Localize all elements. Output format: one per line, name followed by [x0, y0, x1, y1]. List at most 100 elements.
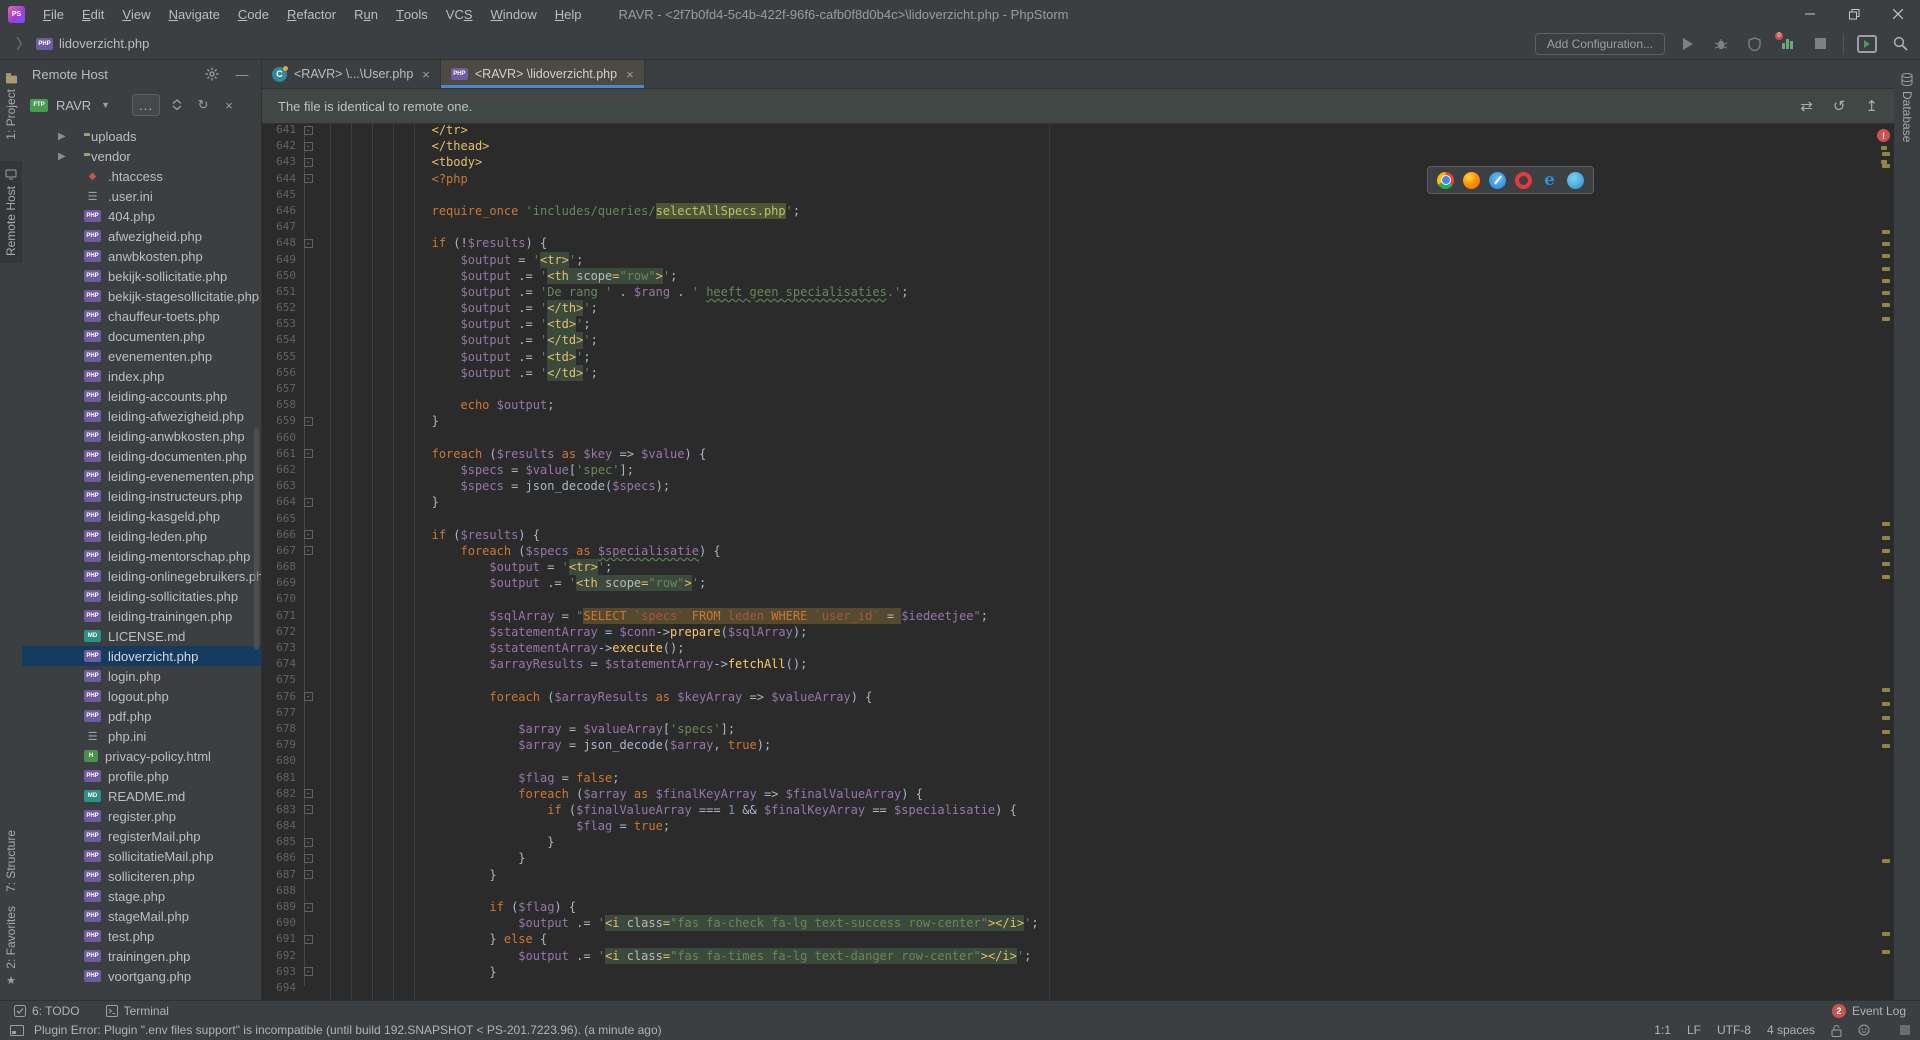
profiler-icon[interactable]: 0 [1777, 34, 1797, 54]
tree-item-leiding-documenten.php[interactable]: PHPleiding-documenten.php [22, 446, 261, 466]
tree-item-leiding-afwezigheid.php[interactable]: PHPleiding-afwezigheid.php [22, 406, 261, 426]
tree-item-leiding-onlinegebruikers.php[interactable]: PHPleiding-onlinegebruikers.php [22, 566, 261, 586]
tree-item-lidoverzicht.php[interactable]: PHPlidoverzicht.php [22, 646, 261, 666]
tree-item-pdf.php[interactable]: PHPpdf.php [22, 706, 261, 726]
tree-item-.htaccess[interactable]: ◆.htaccess [22, 166, 261, 186]
stripe-favorites-button[interactable]: 2: Favorites ★ [0, 899, 22, 994]
code-line-648[interactable]: 648- if (!$results) { [262, 235, 1894, 251]
code-line-674[interactable]: 674 $arrayResults = $statementArray->fet… [262, 656, 1894, 672]
tree-item-chauffeur-toets.php[interactable]: PHPchauffeur-toets.php [22, 306, 261, 326]
menu-help[interactable]: Help [546, 0, 591, 28]
tree-item-logout.php[interactable]: PHPlogout.php [22, 686, 261, 706]
tree-item-trainingen.php[interactable]: PHPtrainingen.php [22, 946, 261, 966]
code-line-646[interactable]: 646 require_once 'includes/queries/selec… [262, 203, 1894, 219]
menu-code[interactable]: Code [229, 0, 278, 28]
stripe-database-button[interactable]: Database [1894, 66, 1920, 149]
edge-icon[interactable]: e [1541, 172, 1558, 189]
code-line-647[interactable]: 647 [262, 219, 1894, 235]
code-line-694[interactable]: 694 [262, 980, 1894, 996]
fold-close-icon[interactable]: - [304, 142, 313, 151]
menu-file[interactable]: File [34, 0, 73, 28]
collapse-all-icon[interactable] [168, 96, 186, 114]
menu-refactor[interactable]: Refactor [278, 0, 345, 28]
stop-icon[interactable] [1810, 34, 1830, 54]
code-line-668[interactable]: 668 $output = '<tr>'; [262, 559, 1894, 575]
tree-item-stageMail.php[interactable]: PHPstageMail.php [22, 906, 261, 926]
caret-position[interactable]: 1:1 [1654, 1023, 1671, 1037]
stripe-project-button[interactable]: 1: Project [0, 64, 22, 147]
tree-item-voortgang.php[interactable]: PHPvoortgang.php [22, 966, 261, 986]
tree-item-solliciteren.php[interactable]: PHPsolliciteren.php [22, 866, 261, 886]
tree-item-leiding-sollicitaties.php[interactable]: PHPleiding-sollicitaties.php [22, 586, 261, 606]
menu-vcs[interactable]: VCS [437, 0, 482, 28]
fold-close-icon[interactable]: - [304, 126, 313, 135]
tab-user-php[interactable]: C <RAVR> \...\User.php × [262, 60, 441, 88]
code-line-641[interactable]: 641- </tr> [262, 124, 1894, 138]
fold-close-icon[interactable]: - [304, 498, 313, 507]
fold-open-icon[interactable]: - [304, 692, 313, 701]
tree-item-leiding-instructeurs.php[interactable]: PHPleiding-instructeurs.php [22, 486, 261, 506]
tree-item-leiding-accounts.php[interactable]: PHPleiding-accounts.php [22, 386, 261, 406]
close-panel-icon[interactable]: × [220, 96, 238, 114]
inspection-profile-icon[interactable] [1858, 1024, 1870, 1036]
lock-icon[interactable] [1831, 1024, 1842, 1037]
code-line-682[interactable]: 682- foreach ($array as $finalKeyArray =… [262, 786, 1894, 802]
add-configuration-button[interactable]: Add Configuration... [1535, 33, 1665, 55]
fold-close-icon[interactable]: - [304, 417, 313, 426]
tree-item-sollicitatieMail.php[interactable]: PHPsollicitatieMail.php [22, 846, 261, 866]
tree-item-404.php[interactable]: PHP404.php [22, 206, 261, 226]
code-line-678[interactable]: 678 $array = $valueArray['specs']; [262, 721, 1894, 737]
tree-item-anwbkosten.php[interactable]: PHPanwbkosten.php [22, 246, 261, 266]
fold-open-icon[interactable]: - [304, 158, 313, 167]
code-line-677[interactable]: 677 [262, 705, 1894, 721]
tree-item-privacy-policy.html[interactable]: Hprivacy-policy.html [22, 746, 261, 766]
chevron-down-icon[interactable]: ▼ [101, 100, 110, 110]
fold-open-icon[interactable]: - [304, 449, 313, 458]
code-line-666[interactable]: 666- if ($results) { [262, 527, 1894, 543]
fold-close-icon[interactable]: - [304, 870, 313, 879]
code-line-670[interactable]: 670 [262, 591, 1894, 607]
code-line-660[interactable]: 660 [262, 430, 1894, 446]
code-line-654[interactable]: 654 $output .= '</td>'; [262, 332, 1894, 348]
code-line-672[interactable]: 672 $statementArray = $conn->prepare($sq… [262, 624, 1894, 640]
code-line-689[interactable]: 689- if ($flag) { [262, 899, 1894, 915]
stripe-remote-host-button[interactable]: Remote Host [0, 161, 22, 263]
more-button[interactable]: ... [132, 94, 160, 116]
fold-open-icon[interactable]: - [304, 789, 313, 798]
tree-item-profile.php[interactable]: PHPprofile.php [22, 766, 261, 786]
code-line-690[interactable]: 690 $output .= '<i class="fas fa-check f… [262, 915, 1894, 931]
code-line-650[interactable]: 650 $output .= '<th scope="row">'; [262, 268, 1894, 284]
tree-item-leiding-trainingen.php[interactable]: PHPleiding-trainingen.php [22, 606, 261, 626]
tree-item-leiding-evenementen.php[interactable]: PHPleiding-evenementen.php [22, 466, 261, 486]
menu-run[interactable]: Run [345, 0, 387, 28]
tree-item-leiding-mentorschap.php[interactable]: PHPleiding-mentorschap.php [22, 546, 261, 566]
code-line-671[interactable]: 671 $sqlArray = "SELECT `specs` FROM led… [262, 608, 1894, 624]
code-line-655[interactable]: 655 $output .= '<td>'; [262, 349, 1894, 365]
code-line-642[interactable]: 642- </thead> [262, 138, 1894, 154]
tree-item-afwezigheid.php[interactable]: PHPafwezigheid.php [22, 226, 261, 246]
maximize-button[interactable] [1832, 0, 1876, 28]
tree-item-registerMail.php[interactable]: PHPregisterMail.php [22, 826, 261, 846]
code-line-658[interactable]: 658 echo $output; [262, 397, 1894, 413]
fold-open-icon[interactable]: - [304, 239, 313, 248]
code-line-680[interactable]: 680 [262, 753, 1894, 769]
ie-icon[interactable] [1567, 172, 1584, 189]
stripe-structure-button[interactable]: 7: Structure [0, 823, 22, 899]
sync-icon[interactable]: ⇄ [1800, 97, 1813, 115]
code-line-676[interactable]: 676- foreach ($arrayResults as $keyArray… [262, 689, 1894, 705]
tree-scrollbar[interactable] [254, 428, 259, 650]
menu-window[interactable]: Window [482, 0, 546, 28]
code-line-656[interactable]: 656 $output .= '</td>'; [262, 365, 1894, 381]
tree-item-bekijk-stagesollicitatie.php[interactable]: PHPbekijk-stagesollicitatie.php [22, 286, 261, 306]
code-line-688[interactable]: 688 [262, 883, 1894, 899]
code-line-652[interactable]: 652 $output .= '</th>'; [262, 300, 1894, 316]
event-log-button[interactable]: 2 Event Log [1832, 1004, 1906, 1018]
line-ending[interactable]: LF [1687, 1023, 1701, 1037]
status-message[interactable]: Plugin Error: Plugin ".env files support… [34, 1023, 662, 1037]
tree-item-index.php[interactable]: PHPindex.php [22, 366, 261, 386]
code-line-657[interactable]: 657 [262, 381, 1894, 397]
code-line-681[interactable]: 681 $flag = false; [262, 770, 1894, 786]
tool-window-switcher-icon[interactable] [10, 1025, 24, 1036]
rollback-icon[interactable]: ↺ [1833, 97, 1846, 115]
menu-edit[interactable]: Edit [73, 0, 113, 28]
